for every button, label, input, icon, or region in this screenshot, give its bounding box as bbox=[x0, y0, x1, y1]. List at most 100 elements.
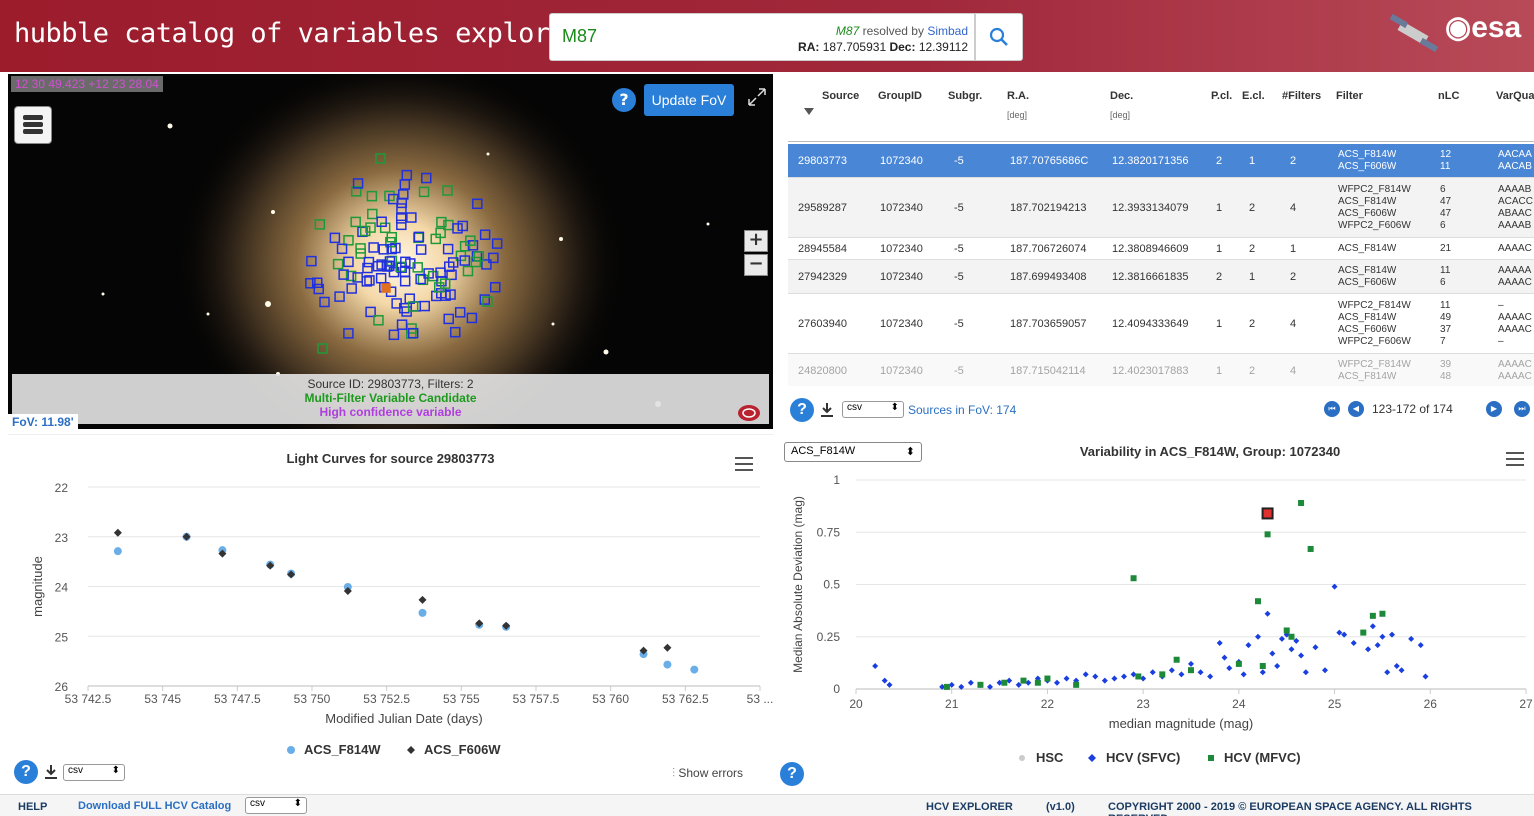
footer-format-select[interactable]: csv ⬍ bbox=[245, 797, 307, 814]
sfvc-point[interactable] bbox=[1255, 633, 1261, 640]
sfvc-point[interactable] bbox=[1288, 646, 1295, 653]
col-varqual[interactable]: VarQual bbox=[1496, 90, 1534, 102]
sfvc-point[interactable] bbox=[1312, 644, 1319, 651]
table-row[interactable]: 27942329 1072340 -5 187.699493408 12.3816661… bbox=[788, 260, 1534, 294]
col-filter[interactable]: Filter bbox=[1336, 90, 1363, 102]
sfvc-point[interactable] bbox=[1298, 652, 1305, 659]
sfvc-point[interactable] bbox=[1259, 669, 1266, 676]
mfvc-point[interactable] bbox=[1298, 499, 1305, 506]
var-menu-icon[interactable] bbox=[1506, 452, 1524, 466]
lc-point-f606w[interactable] bbox=[418, 595, 427, 604]
lc-point-f814w[interactable] bbox=[113, 547, 122, 556]
sfvc-point[interactable] bbox=[1226, 665, 1233, 672]
mfvc-point[interactable] bbox=[1073, 681, 1080, 688]
download-catalog-link[interactable]: Download FULL HCV Catalog bbox=[78, 800, 231, 812]
sort-desc-icon[interactable] bbox=[804, 108, 814, 115]
sky-help-button[interactable]: ? bbox=[612, 88, 636, 112]
sfvc-point[interactable] bbox=[1302, 669, 1309, 676]
mfvc-point[interactable] bbox=[1235, 660, 1242, 667]
mfvc-point[interactable] bbox=[1020, 677, 1027, 684]
mfvc-point[interactable] bbox=[1307, 545, 1314, 552]
mfvc-point[interactable] bbox=[1264, 531, 1271, 538]
sfvc-point[interactable] bbox=[1350, 640, 1357, 647]
col-ecl[interactable]: E.cl. bbox=[1242, 90, 1265, 102]
sfvc-point[interactable] bbox=[1188, 660, 1194, 667]
col-source[interactable]: Source bbox=[822, 90, 859, 102]
sfvc-point[interactable] bbox=[1121, 673, 1127, 680]
mfvc-point[interactable] bbox=[1044, 675, 1051, 682]
update-fov-button[interactable]: Update FoV bbox=[644, 84, 734, 116]
sfvc-point[interactable] bbox=[1264, 610, 1271, 617]
col-subgr[interactable]: Subgr. bbox=[948, 90, 982, 102]
sfvc-point[interactable] bbox=[1101, 677, 1108, 684]
mfvc-point[interactable] bbox=[1283, 627, 1290, 634]
sfvc-point[interactable] bbox=[1092, 673, 1099, 680]
sky-viewer[interactable]: 12 30 49.423 +12 23 28.04 ? Update FoV +… bbox=[8, 74, 773, 429]
sfvc-point[interactable] bbox=[1322, 667, 1328, 674]
mfvc-point[interactable] bbox=[1360, 629, 1367, 636]
sfvc-point[interactable] bbox=[1168, 667, 1175, 674]
sfvc-point[interactable] bbox=[1111, 675, 1118, 682]
last-page-button[interactable]: ⏭ bbox=[1514, 401, 1530, 417]
show-errors-toggle[interactable]: ⫶ Show errors bbox=[672, 766, 743, 781]
mfvc-point[interactable] bbox=[1369, 612, 1376, 619]
lc-point-f606w[interactable] bbox=[663, 643, 672, 652]
sfvc-point[interactable] bbox=[881, 677, 888, 684]
sfvc-point[interactable] bbox=[1422, 673, 1429, 680]
sfvc-point[interactable] bbox=[1417, 642, 1424, 649]
table-row[interactable]: 27603940 1072340 -5 187.703659057 12.4094333… bbox=[788, 294, 1534, 354]
fullscreen-icon[interactable] bbox=[746, 86, 768, 108]
table-row[interactable]: 29803773 1072340 -5 187.70765686C 12.3820171… bbox=[788, 144, 1534, 178]
col-nlc[interactable]: nLC bbox=[1438, 90, 1459, 102]
mfvc-point[interactable] bbox=[1379, 610, 1386, 617]
sfvc-point[interactable] bbox=[967, 679, 974, 686]
table-format-select[interactable]: csv ⬍ bbox=[842, 401, 904, 418]
zoom-out-button[interactable]: − bbox=[744, 254, 768, 276]
layers-button[interactable] bbox=[14, 106, 52, 144]
target-search-input[interactable] bbox=[562, 26, 762, 47]
col-ra[interactable]: R.A. [deg] bbox=[1007, 90, 1029, 120]
sfvc-point[interactable] bbox=[1393, 663, 1400, 670]
sfvc-point[interactable] bbox=[1374, 642, 1381, 649]
sfvc-point[interactable] bbox=[1063, 675, 1070, 682]
filter-select[interactable]: ACS_F814W ⬍ bbox=[784, 442, 922, 462]
mfvc-point[interactable] bbox=[1159, 671, 1166, 678]
table-row[interactable]: 28945584 1072340 -5 187.706726074 12.3808946… bbox=[788, 238, 1534, 260]
mfvc-point[interactable] bbox=[1173, 656, 1180, 663]
col-dec[interactable]: Dec. [deg] bbox=[1110, 90, 1133, 120]
legend-f814w[interactable]: ACS_F814W bbox=[304, 742, 381, 757]
next-page-button[interactable]: ▶ bbox=[1486, 401, 1502, 417]
sfvc-point[interactable] bbox=[1398, 667, 1405, 674]
search-button[interactable] bbox=[975, 13, 1023, 61]
sfvc-point[interactable] bbox=[1178, 671, 1185, 678]
mfvc-point[interactable] bbox=[1255, 598, 1261, 605]
lc-point-f814w[interactable] bbox=[663, 660, 672, 669]
target-search-box[interactable]: M87 resolved by Simbad RA: 187.705931 De… bbox=[549, 13, 975, 61]
sfvc-point[interactable] bbox=[1221, 654, 1228, 661]
lc-point-f814w[interactable] bbox=[690, 665, 699, 674]
mfvc-point[interactable] bbox=[1188, 667, 1194, 674]
legend-sfvc[interactable]: HCV (SFVC) bbox=[1106, 750, 1180, 765]
col-filters-count[interactable]: #Filters bbox=[1282, 90, 1321, 102]
mfvc-point[interactable] bbox=[943, 683, 950, 690]
legend-hsc[interactable]: HSC bbox=[1036, 750, 1064, 765]
legend-mfvc[interactable]: HCV (MFVC) bbox=[1224, 750, 1301, 765]
sfvc-point[interactable] bbox=[1240, 671, 1247, 678]
help-link[interactable]: HELP bbox=[18, 801, 47, 813]
mfvc-point[interactable] bbox=[1130, 575, 1137, 582]
sfvc-point[interactable] bbox=[1054, 679, 1060, 686]
mfvc-point[interactable] bbox=[977, 681, 984, 688]
sfvc-point[interactable] bbox=[1274, 663, 1281, 670]
sfvc-point[interactable] bbox=[1365, 646, 1372, 653]
legend-f606w[interactable]: ACS_F606W bbox=[424, 742, 501, 757]
selected-point[interactable] bbox=[1261, 507, 1274, 520]
sfvc-point[interactable] bbox=[1269, 650, 1276, 657]
download-icon[interactable] bbox=[820, 402, 834, 418]
table-row[interactable]: 24820800 1072340 -5 187.715042114 12.4023017… bbox=[788, 354, 1534, 386]
col-groupid[interactable]: GroupID bbox=[878, 90, 922, 102]
table-help-button[interactable]: ? bbox=[790, 398, 814, 422]
lc-menu-icon[interactable] bbox=[735, 457, 753, 471]
variability-chart[interactable]: 0 0.25 0.5 0.75 1 20 21 22 23 24 25 26 27 median magn… bbox=[780, 434, 1534, 789]
lc-point-f814w[interactable] bbox=[418, 608, 427, 617]
sfvc-point[interactable] bbox=[872, 663, 879, 670]
